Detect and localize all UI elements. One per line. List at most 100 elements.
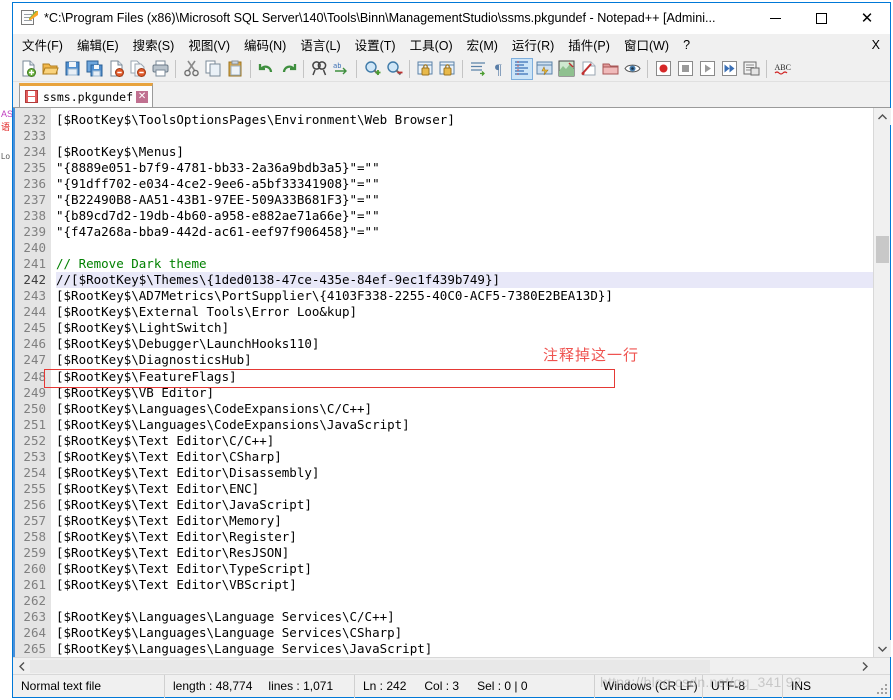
menu-macro[interactable]: 宏(M) (460, 32, 505, 58)
show-all-characters-icon[interactable]: ¶ (489, 58, 511, 80)
menu-edit[interactable]: 编辑(E) (70, 32, 126, 58)
code-line[interactable]: [$RootKey$\Text Editor\CSharp] (56, 449, 873, 465)
code-line[interactable]: [$RootKey$\DiagnosticsHub] (56, 352, 873, 368)
code-line[interactable] (56, 240, 873, 256)
code-line[interactable]: [$RootKey$\LightSwitch] (56, 320, 873, 336)
title-bar[interactable]: *C:\Program Files (x86)\Microsoft SQL Se… (13, 3, 890, 34)
menu-tools[interactable]: 工具(O) (403, 32, 460, 58)
folder-workspace-icon[interactable] (599, 58, 621, 80)
spell-check-icon[interactable]: ABC (771, 58, 793, 80)
maximize-button[interactable] (798, 3, 844, 34)
code-line[interactable]: [$RootKey$\Menus] (56, 144, 873, 160)
code-line[interactable]: [$RootKey$\Text Editor\ResJSON] (56, 545, 873, 561)
redo-icon[interactable] (277, 58, 299, 80)
code-line[interactable]: [$RootKey$\VB Editor] (56, 385, 873, 401)
code-line[interactable]: [$RootKey$\Text Editor\Memory] (56, 513, 873, 529)
sync-vertical-scroll-icon[interactable] (414, 58, 436, 80)
menu-encoding[interactable]: 编码(N) (237, 32, 293, 58)
tab-close-icon[interactable]: ✕ (136, 90, 149, 103)
close-file-icon[interactable] (105, 58, 127, 80)
menu-settings[interactable]: 设置(T) (348, 32, 403, 58)
code-line[interactable]: [$RootKey$\Text Editor\TypeScript] (56, 561, 873, 577)
code-line[interactable]: [$RootKey$\Text Editor\VBScript] (56, 577, 873, 593)
menu-language[interactable]: 语言(L) (293, 32, 347, 58)
code-line[interactable]: [$RootKey$\Languages\Language Services\J… (56, 641, 873, 657)
cut-icon[interactable] (180, 58, 202, 80)
code-line[interactable]: [$RootKey$\Languages\Language Services\C… (56, 625, 873, 641)
code-line[interactable] (56, 593, 873, 609)
print-icon[interactable] (149, 58, 171, 80)
code-line[interactable]: [$RootKey$\FeatureFlags] (56, 369, 873, 385)
editor-scroll-viewport[interactable]: 232 233 234 235 236 237 238 239 240 241 242 243 244 2… (15, 108, 873, 657)
code-line[interactable]: [$RootKey$\Languages\Language Services\C… (56, 609, 873, 625)
undo-icon[interactable] (255, 58, 277, 80)
copy-icon[interactable] (202, 58, 224, 80)
code-line[interactable]: [$RootKey$\Languages\CodeExpansions\C/C+… (56, 401, 873, 417)
menu-search[interactable]: 搜索(S) (126, 32, 182, 58)
code-line[interactable]: "{91dff702-e034-4ce2-9ee6-a5bf33341908}"… (56, 176, 873, 192)
menu-plugins[interactable]: 插件(P) (561, 32, 617, 58)
code-line[interactable]: [$RootKey$\ToolsOptionsPages\Environment… (56, 112, 873, 128)
indent-guide-icon[interactable] (511, 57, 533, 80)
horizontal-scroll-thumb[interactable] (30, 659, 710, 673)
status-encoding[interactable]: UTF-8 (703, 674, 783, 698)
code-line[interactable]: [$RootKey$\Text Editor\JavaScript] (56, 497, 873, 513)
save-all-icon[interactable] (83, 58, 105, 80)
code-line[interactable]: [$RootKey$\External Tools\Error Loo&kup] (56, 304, 873, 320)
zoom-out-icon[interactable] (383, 58, 405, 80)
user-defined-language-icon[interactable] (533, 58, 555, 80)
record-macro-icon[interactable] (652, 58, 674, 80)
code-line[interactable]: [$RootKey$\AD7Metrics\PortSupplier\{4103… (56, 288, 873, 304)
monitoring-icon[interactable] (621, 58, 643, 80)
menu-run[interactable]: 运行(R) (505, 32, 561, 58)
paste-icon[interactable] (224, 58, 246, 80)
horizontal-scroll-track[interactable] (30, 657, 856, 675)
code-line[interactable]: "{f47a268a-bba9-442d-ac61-eef97f906458}"… (56, 224, 873, 240)
document-map-icon[interactable] (555, 58, 577, 80)
horizontal-scrollbar[interactable] (13, 657, 890, 675)
scroll-up-arrow-icon[interactable] (874, 108, 891, 125)
menu-file[interactable]: 文件(F) (15, 32, 70, 58)
code-line[interactable] (56, 128, 873, 144)
code-line[interactable]: // Remove Dark theme (56, 256, 873, 272)
find-icon[interactable] (308, 58, 330, 80)
menu-window[interactable]: 窗口(W) (617, 32, 676, 58)
code-line[interactable]: "{B22490B8-AA51-43B1-97EE-509A33B681F3}"… (56, 192, 873, 208)
code-line[interactable]: [$RootKey$\Text Editor\Disassembly] (56, 465, 873, 481)
save-macro-icon[interactable] (740, 58, 762, 80)
vertical-scrollbar[interactable] (873, 108, 891, 657)
code-line[interactable]: [$RootKey$\Debugger\LaunchHooks110] (56, 336, 873, 352)
close-button[interactable]: ✕ (844, 3, 890, 34)
close-document-button[interactable]: X (866, 35, 890, 56)
close-all-files-icon[interactable] (127, 58, 149, 80)
function-list-icon[interactable] (577, 58, 599, 80)
scroll-left-arrow-icon[interactable] (13, 657, 30, 675)
run-macro-multiple-icon[interactable] (718, 58, 740, 80)
status-eol-format[interactable]: Windows (CR LF) (595, 674, 703, 698)
minimize-button[interactable] (752, 3, 798, 34)
status-insert-mode[interactable]: INS (783, 675, 829, 698)
zoom-in-icon[interactable] (361, 58, 383, 80)
word-wrap-icon[interactable] (467, 58, 489, 80)
code-line[interactable]: //[$RootKey$\Themes\{1ded0138-47ce-435e-… (56, 272, 873, 289)
replace-icon[interactable]: ab (330, 58, 352, 80)
resize-grip-icon[interactable] (876, 683, 888, 695)
code-line[interactable]: [$RootKey$\Text Editor\ENC] (56, 481, 873, 497)
save-icon[interactable] (61, 58, 83, 80)
code-line[interactable]: [$RootKey$\Text Editor\Register] (56, 529, 873, 545)
code-text-area[interactable]: [$RootKey$\ToolsOptionsPages\Environment… (51, 108, 873, 657)
stop-macro-icon[interactable] (674, 58, 696, 80)
menu-view[interactable]: 视图(V) (181, 32, 237, 58)
code-line[interactable]: "{8889e051-b7f9-4781-bb33-2a36a9bdb3a5}"… (56, 160, 873, 176)
scroll-right-arrow-icon[interactable] (856, 657, 873, 675)
new-file-icon[interactable] (17, 58, 39, 80)
scroll-down-arrow-icon[interactable] (874, 640, 891, 657)
code-line[interactable]: [$RootKey$\Languages\CodeExpansions\Java… (56, 417, 873, 433)
document-tab-ssms-pkgundef[interactable]: ssms.pkgundef ✕ (19, 83, 154, 107)
code-line[interactable]: [$RootKey$\Text Editor\C/C++] (56, 433, 873, 449)
play-macro-icon[interactable] (696, 58, 718, 80)
code-line[interactable]: "{b89cd7d2-19db-4b60-a958-e882ae71a66e}"… (56, 208, 873, 224)
open-file-icon[interactable] (39, 58, 61, 80)
menu-help[interactable]: ? (676, 35, 697, 56)
vertical-scroll-thumb[interactable] (876, 236, 889, 263)
